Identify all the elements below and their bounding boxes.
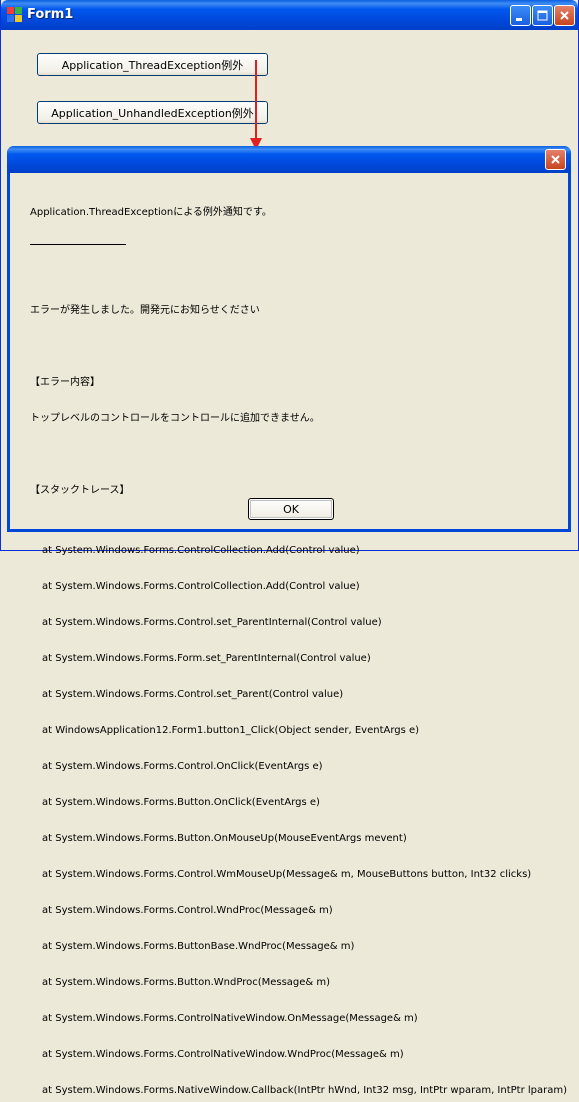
maximize-icon (537, 10, 548, 21)
stack-trace-line: at System.Windows.Forms.Control.set_Pare… (42, 689, 344, 700)
thread-exception-button[interactable]: Application_ThreadException例外 (37, 53, 268, 76)
stack-trace-line: at System.Windows.Forms.ButtonBase.WndPr… (42, 941, 355, 952)
window-title: Form1 (27, 7, 74, 22)
heading-underline (30, 244, 126, 245)
stack-trace-line: at System.Windows.Forms.Control.WndProc(… (42, 905, 333, 916)
close-icon (551, 155, 560, 164)
error-message: エラーが発生しました。開発元にお知らせください (30, 305, 260, 316)
error-content-text: トップレベルのコントロールをコントロールに追加できません。 (30, 413, 320, 424)
stack-trace-line: at System.Windows.Forms.Button.WndProc(M… (42, 977, 331, 988)
dialog-title-bar[interactable] (7, 146, 571, 173)
maximize-button[interactable] (532, 5, 553, 26)
ok-button[interactable]: OK (248, 498, 334, 520)
exception-dialog: Application.ThreadExceptionによる例外通知です。 エラ… (7, 146, 571, 1096)
stack-trace-line: at System.Windows.Forms.ControlNativeWin… (42, 1049, 404, 1060)
red-arrow-icon (250, 60, 262, 150)
unhandled-exception-button[interactable]: Application_UnhandledException例外 (37, 101, 268, 124)
stack-trace-line: at System.Windows.Forms.ControlCollectio… (42, 545, 360, 556)
stack-trace-line: at WindowsApplication12.Form1.button1_Cl… (42, 725, 420, 736)
dialog-message: Application.ThreadExceptionによる例外通知です。 エラ… (30, 183, 568, 1102)
error-content-header: 【エラー内容】 (30, 377, 100, 388)
stack-trace-line: at System.Windows.Forms.Control.WmMouseU… (42, 869, 532, 880)
stack-trace-line: at System.Windows.Forms.NativeWindow.Cal… (42, 1085, 568, 1096)
stack-trace-line: at System.Windows.Forms.Button.OnMouseUp… (42, 833, 407, 844)
stack-trace-line: at System.Windows.Forms.Control.OnClick(… (42, 761, 323, 772)
close-button[interactable] (554, 5, 575, 26)
stack-trace: at System.Windows.Forms.ControlCollectio… (30, 521, 568, 1102)
stack-trace-line: at System.Windows.Forms.ControlNativeWin… (42, 1013, 418, 1024)
title-bar[interactable]: Form1 (1, 0, 578, 30)
dialog-heading: Application.ThreadExceptionによる例外通知です。 (30, 207, 272, 218)
stack-trace-line: at System.Windows.Forms.Control.set_Pare… (42, 617, 382, 628)
stack-trace-line: at System.Windows.Forms.Button.OnClick(E… (42, 797, 320, 808)
close-icon (560, 11, 569, 20)
minimize-icon (516, 18, 522, 21)
stack-trace-header: 【スタックトレース】 (30, 485, 130, 496)
stack-trace-line: at System.Windows.Forms.ControlCollectio… (42, 581, 360, 592)
dialog-close-button[interactable] (545, 149, 566, 170)
windows-form-icon (7, 7, 23, 23)
minimize-button[interactable] (510, 5, 531, 26)
stack-trace-line: at System.Windows.Forms.Form.set_ParentI… (42, 653, 371, 664)
